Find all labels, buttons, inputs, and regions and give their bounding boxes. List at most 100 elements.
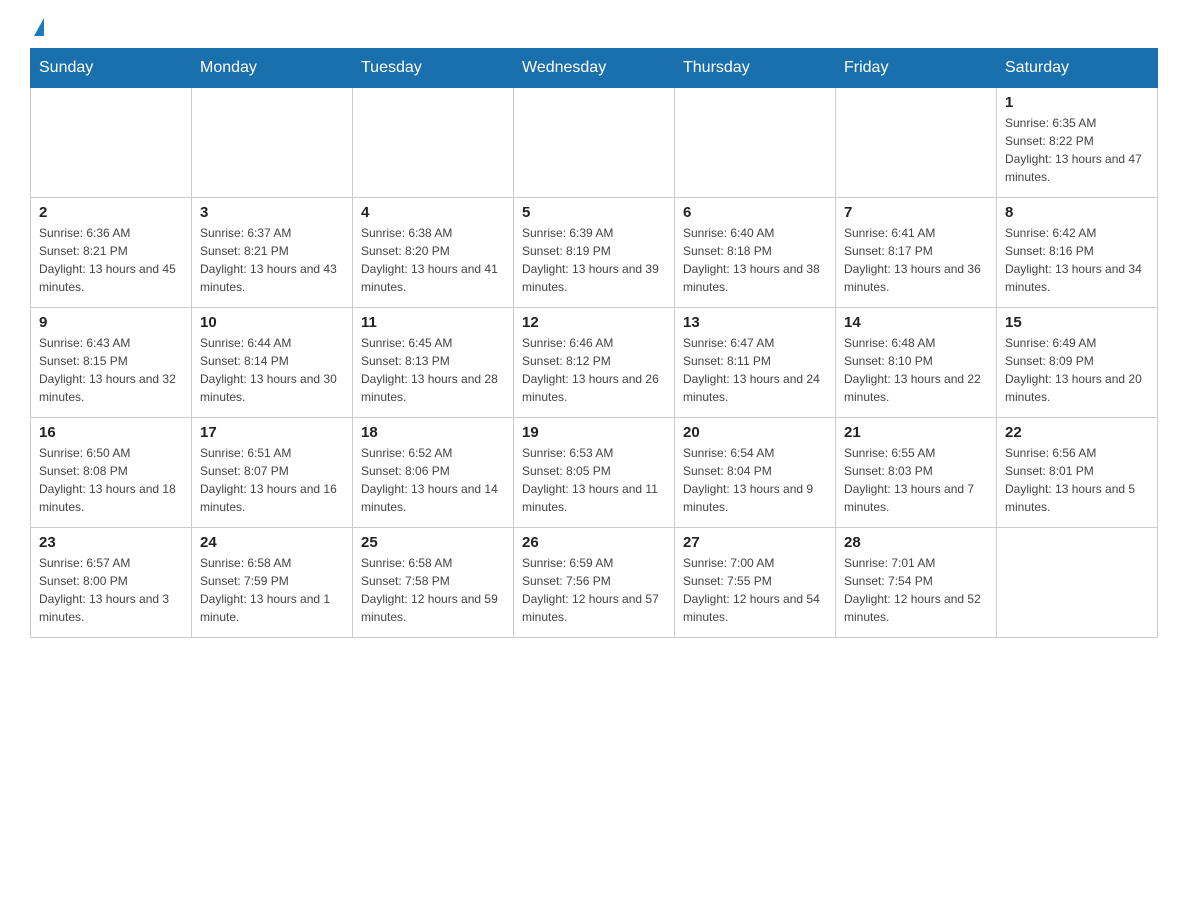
calendar-cell: 20 Sunrise: 6:54 AM Sunset: 8:04 PM Dayli… [675,418,836,528]
day-number: 1 [1005,94,1149,111]
calendar-cell: 9 Sunrise: 6:43 AM Sunset: 8:15 PM Daylig… [31,308,192,418]
week-row-3: 9 Sunrise: 6:43 AM Sunset: 8:15 PM Daylig… [31,308,1158,418]
day-info: Sunrise: 6:59 AM Sunset: 7:56 PM Dayligh… [522,554,666,626]
calendar-cell: 23 Sunrise: 6:57 AM Sunset: 8:00 PM Dayli… [31,528,192,638]
day-info: Sunrise: 6:58 AM Sunset: 7:59 PM Dayligh… [200,554,344,626]
calendar-cell: 13 Sunrise: 6:47 AM Sunset: 8:11 PM Dayli… [675,308,836,418]
page-header [30,20,1158,38]
day-number: 21 [844,424,988,441]
calendar-cell: 15 Sunrise: 6:49 AM Sunset: 8:09 PM Dayli… [997,308,1158,418]
calendar-cell: 22Sunrise: 6:56 AM Sunset: 8:01 PM Dayli… [997,418,1158,528]
day-info: Sunrise: 6:41 AM Sunset: 8:17 PM Dayligh… [844,224,988,296]
week-row-2: 2Sunrise: 6:36 AM Sunset: 8:21 PM Daylig… [31,198,1158,308]
calendar-cell: 14 Sunrise: 6:48 AM Sunset: 8:10 PM Dayli… [836,308,997,418]
day-info: Sunrise: 6:49 AM Sunset: 8:09 PM Dayligh… [1005,334,1149,406]
weekday-header-monday: Monday [192,49,353,88]
day-info: Sunrise: 6:48 AM Sunset: 8:10 PM Dayligh… [844,334,988,406]
day-info: Sunrise: 6:56 AM Sunset: 8:01 PM Dayligh… [1005,444,1149,516]
calendar-cell: 28 Sunrise: 7:01 AM Sunset: 7:54 PM Dayli… [836,528,997,638]
day-number: 25 [361,534,505,551]
day-info: Sunrise: 6:42 AM Sunset: 8:16 PM Dayligh… [1005,224,1149,296]
calendar-cell: 7 Sunrise: 6:41 AM Sunset: 8:17 PM Daylig… [836,198,997,308]
weekday-header-sunday: Sunday [31,49,192,88]
day-info: Sunrise: 6:45 AM Sunset: 8:13 PM Dayligh… [361,334,505,406]
weekday-header-tuesday: Tuesday [353,49,514,88]
day-info: Sunrise: 7:01 AM Sunset: 7:54 PM Dayligh… [844,554,988,626]
calendar-cell: 12 Sunrise: 6:46 AM Sunset: 8:12 PM Dayli… [514,308,675,418]
logo-arrow-icon [34,18,44,36]
calendar-cell: 27 Sunrise: 7:00 AM Sunset: 7:55 PM Dayli… [675,528,836,638]
calendar-cell: 19 Sunrise: 6:53 AM Sunset: 8:05 PM Dayli… [514,418,675,528]
day-number: 8 [1005,204,1149,221]
day-number: 9 [39,314,183,331]
day-info: Sunrise: 6:43 AM Sunset: 8:15 PM Dayligh… [39,334,183,406]
day-info: Sunrise: 6:58 AM Sunset: 7:58 PM Dayligh… [361,554,505,626]
calendar-cell: 16 Sunrise: 6:50 AM Sunset: 8:08 PM Dayli… [31,418,192,528]
calendar-cell: 8 Sunrise: 6:42 AM Sunset: 8:16 PM Daylig… [997,198,1158,308]
calendar-cell: 11 Sunrise: 6:45 AM Sunset: 8:13 PM Dayli… [353,308,514,418]
calendar-cell: 24 Sunrise: 6:58 AM Sunset: 7:59 PM Dayli… [192,528,353,638]
day-info: Sunrise: 6:38 AM Sunset: 8:20 PM Dayligh… [361,224,505,296]
weekday-header-wednesday: Wednesday [514,49,675,88]
day-number: 15 [1005,314,1149,331]
calendar-table: SundayMondayTuesdayWednesdayThursdayFrid… [30,48,1158,638]
day-number: 16 [39,424,183,441]
calendar-cell: 17 Sunrise: 6:51 AM Sunset: 8:07 PM Dayli… [192,418,353,528]
day-info: Sunrise: 6:57 AM Sunset: 8:00 PM Dayligh… [39,554,183,626]
day-info: Sunrise: 6:52 AM Sunset: 8:06 PM Dayligh… [361,444,505,516]
calendar-cell: 10Sunrise: 6:44 AM Sunset: 8:14 PM Dayli… [192,308,353,418]
calendar-cell [997,528,1158,638]
calendar-cell [192,88,353,198]
calendar-cell [353,88,514,198]
day-number: 14 [844,314,988,331]
day-number: 23 [39,534,183,551]
day-number: 13 [683,314,827,331]
day-number: 12 [522,314,666,331]
calendar-cell: 18 Sunrise: 6:52 AM Sunset: 8:06 PM Dayli… [353,418,514,528]
day-info: Sunrise: 6:37 AM Sunset: 8:21 PM Dayligh… [200,224,344,296]
day-number: 20 [683,424,827,441]
calendar-cell: 25 Sunrise: 6:58 AM Sunset: 7:58 PM Dayli… [353,528,514,638]
logo [30,20,44,38]
week-row-4: 16 Sunrise: 6:50 AM Sunset: 8:08 PM Dayli… [31,418,1158,528]
day-number: 27 [683,534,827,551]
day-number: 4 [361,204,505,221]
calendar-cell: 1 Sunrise: 6:35 AM Sunset: 8:22 PM Daylig… [997,88,1158,198]
day-info: Sunrise: 6:51 AM Sunset: 8:07 PM Dayligh… [200,444,344,516]
day-info: Sunrise: 6:46 AM Sunset: 8:12 PM Dayligh… [522,334,666,406]
calendar-cell: 6 Sunrise: 6:40 AM Sunset: 8:18 PM Daylig… [675,198,836,308]
calendar-cell [675,88,836,198]
week-row-5: 23 Sunrise: 6:57 AM Sunset: 8:00 PM Dayli… [31,528,1158,638]
day-info: Sunrise: 6:40 AM Sunset: 8:18 PM Dayligh… [683,224,827,296]
day-number: 24 [200,534,344,551]
day-info: Sunrise: 7:00 AM Sunset: 7:55 PM Dayligh… [683,554,827,626]
day-info: Sunrise: 6:50 AM Sunset: 8:08 PM Dayligh… [39,444,183,516]
day-number: 18 [361,424,505,441]
day-number: 28 [844,534,988,551]
calendar-cell: 3 Sunrise: 6:37 AM Sunset: 8:21 PM Daylig… [192,198,353,308]
day-info: Sunrise: 6:47 AM Sunset: 8:11 PM Dayligh… [683,334,827,406]
day-number: 2 [39,204,183,221]
day-number: 19 [522,424,666,441]
day-number: 11 [361,314,505,331]
weekday-header-friday: Friday [836,49,997,88]
calendar-header-row: SundayMondayTuesdayWednesdayThursdayFrid… [31,49,1158,88]
day-info: Sunrise: 6:39 AM Sunset: 8:19 PM Dayligh… [522,224,666,296]
day-number: 10 [200,314,344,331]
calendar-cell [836,88,997,198]
calendar-cell: 2Sunrise: 6:36 AM Sunset: 8:21 PM Daylig… [31,198,192,308]
day-info: Sunrise: 6:55 AM Sunset: 8:03 PM Dayligh… [844,444,988,516]
weekday-header-saturday: Saturday [997,49,1158,88]
day-number: 17 [200,424,344,441]
day-number: 6 [683,204,827,221]
day-number: 7 [844,204,988,221]
day-info: Sunrise: 6:53 AM Sunset: 8:05 PM Dayligh… [522,444,666,516]
day-number: 5 [522,204,666,221]
calendar-cell: 26Sunrise: 6:59 AM Sunset: 7:56 PM Dayli… [514,528,675,638]
calendar-cell: 5 Sunrise: 6:39 AM Sunset: 8:19 PM Daylig… [514,198,675,308]
weekday-header-thursday: Thursday [675,49,836,88]
day-info: Sunrise: 6:35 AM Sunset: 8:22 PM Dayligh… [1005,114,1149,186]
calendar-cell [31,88,192,198]
day-number: 3 [200,204,344,221]
day-info: Sunrise: 6:54 AM Sunset: 8:04 PM Dayligh… [683,444,827,516]
